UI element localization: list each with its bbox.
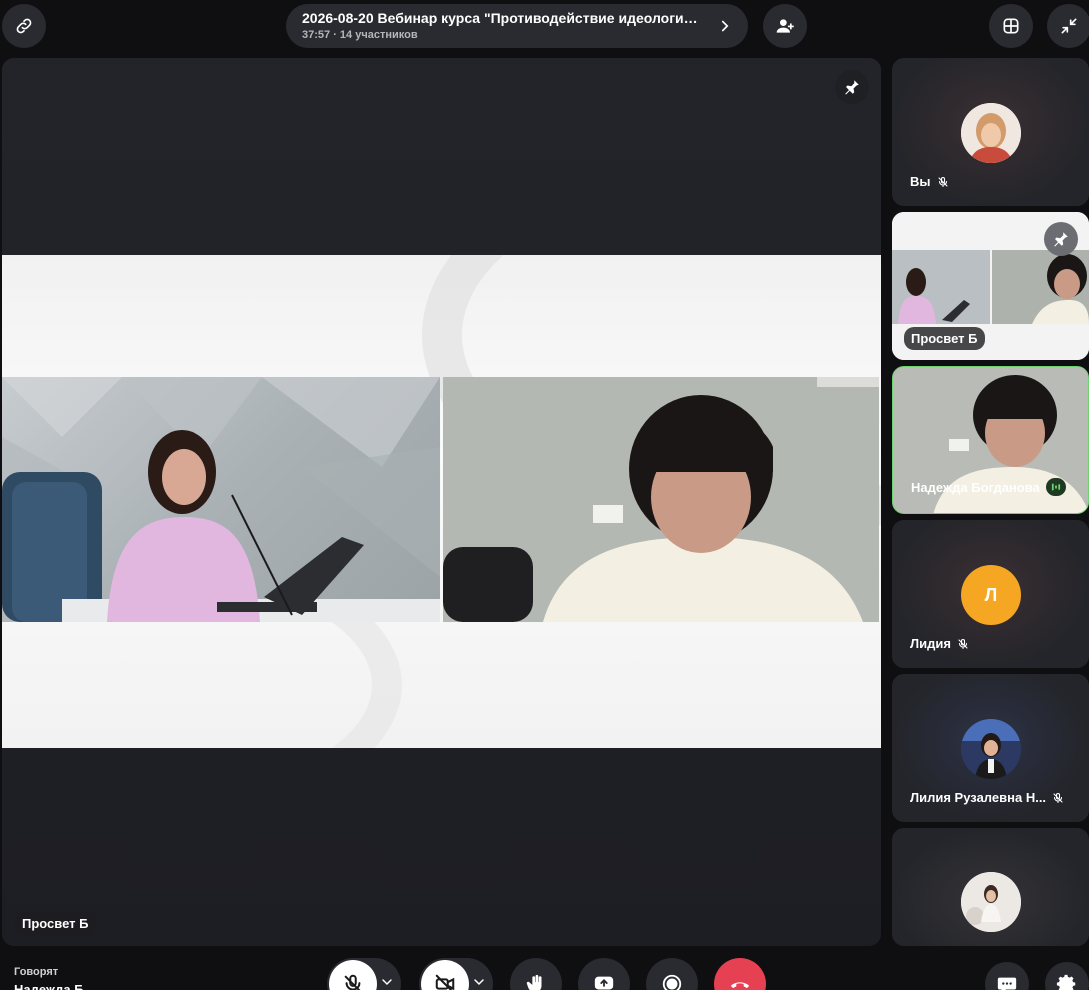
pin-button[interactable] — [835, 70, 869, 104]
layout-grid-button[interactable] — [989, 4, 1033, 48]
speaking-name: Надежда Б — [14, 982, 84, 990]
hang-up-icon — [730, 982, 750, 989]
participant-tile[interactable]: Лилия Рузалевна Н... — [892, 674, 1089, 822]
end-call-button[interactable] — [714, 958, 766, 990]
mic-off-icon — [958, 638, 968, 649]
avatar-photo — [961, 103, 1021, 163]
participant-illustration — [443, 377, 879, 622]
participant-name-row: Просвет Б — [904, 327, 985, 350]
link-icon — [16, 18, 32, 34]
speaker-video-left — [2, 377, 440, 622]
participant-name: Вы — [910, 174, 931, 189]
avatar — [961, 103, 1021, 163]
participant-tile[interactable]: Просвет Б — [892, 212, 1089, 360]
chat-icon — [997, 977, 1017, 990]
record-icon — [662, 974, 682, 990]
microphone-control[interactable] — [327, 958, 401, 990]
stage-speaker-label: Просвет Б — [14, 911, 97, 936]
avatar — [961, 872, 1021, 932]
grid-icon — [1003, 18, 1019, 34]
record-button[interactable] — [646, 958, 698, 990]
speaking-label: Говорят — [14, 966, 59, 978]
mic-off-icon — [344, 974, 361, 990]
participant-name-row: Надежда Богданова — [911, 478, 1066, 496]
camera-toggle-button[interactable] — [421, 960, 469, 990]
camera-control[interactable] — [419, 958, 493, 990]
settings-button[interactable] — [1045, 962, 1089, 990]
add-participant-button[interactable] — [763, 4, 807, 48]
collapse-icon — [1061, 18, 1077, 34]
camera-off-icon — [435, 974, 455, 990]
chevron-down-icon[interactable] — [471, 974, 487, 990]
mic-toggle-button[interactable] — [329, 960, 377, 990]
pin-icon — [845, 80, 859, 95]
participant-tile[interactable] — [892, 828, 1089, 946]
participant-name: Лилия Рузалевна Н... — [910, 790, 1047, 805]
participant-name: Лидия — [910, 636, 951, 651]
screen-share-icon — [594, 976, 614, 990]
add-user-icon — [776, 19, 794, 33]
speaker-video-right — [443, 377, 879, 622]
copy-link-button[interactable] — [2, 4, 46, 48]
avatar — [961, 719, 1021, 779]
participant-name-row: Лилия Рузалевна Н... — [910, 790, 1064, 805]
participant-tile[interactable]: Вы — [892, 58, 1089, 206]
participant-name: Просвет Б — [911, 331, 978, 346]
chat-button[interactable] — [985, 962, 1029, 990]
avatar-initial-letter: Л — [984, 584, 998, 605]
minimize-button[interactable] — [1047, 4, 1089, 48]
gear-icon — [1056, 974, 1076, 990]
pin-icon — [1054, 232, 1068, 247]
meeting-title-button[interactable]: 2026-08-20 Вебинар курса "Противодействи… — [286, 4, 748, 48]
screen-share-frame — [2, 255, 881, 748]
participant-name-row: Лидия — [910, 636, 969, 651]
mic-off-icon — [1053, 792, 1063, 803]
participant-name: Надежда Богданова — [911, 479, 1040, 495]
meeting-title: 2026-08-20 Вебинар курса "Противодействи… — [302, 10, 704, 26]
participant-tile[interactable]: Л Лидия — [892, 520, 1089, 668]
pin-button[interactable] — [1044, 222, 1078, 256]
audio-level-icon — [1045, 478, 1066, 496]
main-stage[interactable]: Просвет Б — [2, 58, 881, 946]
mic-off-icon — [937, 176, 948, 187]
avatar-photo — [961, 719, 1021, 779]
chevron-right-icon — [721, 20, 729, 32]
raise-hand-button[interactable] — [510, 958, 562, 990]
participants-count: 14 участников — [339, 29, 418, 41]
meeting-subtitle: 37:57 · 14 участников — [302, 29, 418, 41]
hand-icon — [526, 974, 542, 990]
participant-name-row: Вы — [910, 174, 949, 189]
avatar-initial: Л — [961, 565, 1021, 625]
video-call-app: 2026-08-20 Вебинар курса "Противодействи… — [0, 0, 1089, 990]
chevron-down-icon[interactable] — [379, 974, 395, 990]
participant-tile-speaking[interactable]: Надежда Богданова — [892, 366, 1089, 514]
presenter-illustration — [2, 377, 440, 622]
avatar-photo — [961, 872, 1021, 932]
meeting-timer: 37:57 — [302, 29, 331, 41]
share-screen-button[interactable] — [578, 958, 630, 990]
